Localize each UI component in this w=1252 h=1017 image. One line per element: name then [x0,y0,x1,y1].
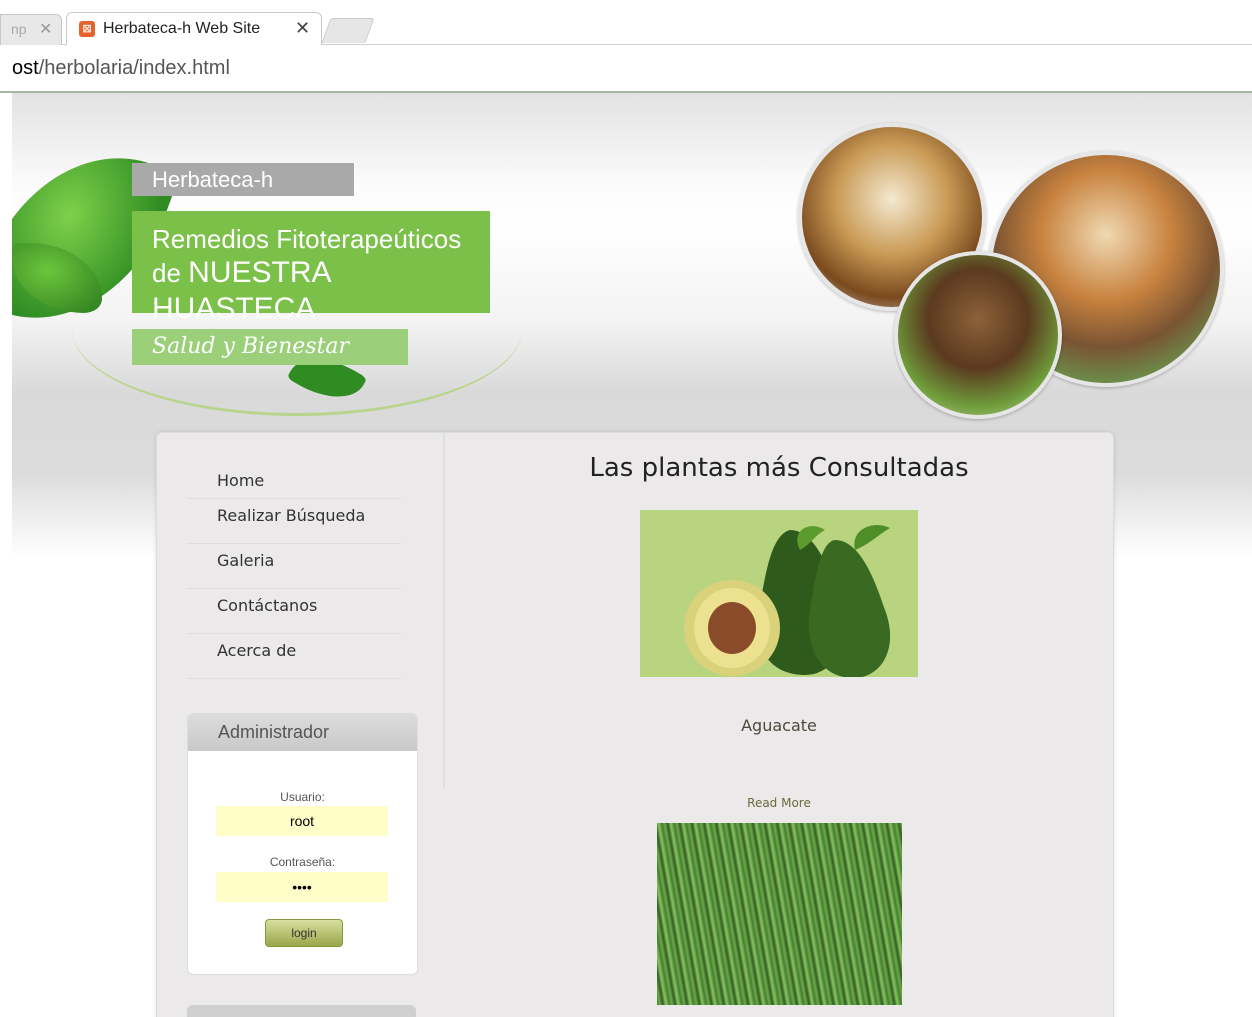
new-tab-button[interactable] [321,18,375,43]
url-text[interactable]: ost/herbolaria/index.html [12,57,230,80]
nav-item-home[interactable]: Home [187,463,401,499]
admin-panel-title: Administrador [188,714,417,751]
plant-name[interactable]: Aguacate [445,716,1113,735]
login-button[interactable]: login [265,919,343,947]
close-icon[interactable]: ✕ [295,18,310,39]
username-label: Usuario: [280,790,325,804]
site-brand: Herbateca-h [132,163,354,196]
close-icon[interactable]: ✕ [39,19,52,38]
site-tagline: Remedios Fitoterapeúticos de NUESTRA HUA… [132,211,490,325]
avocado-image[interactable] [640,510,918,677]
sidebar-panel [187,1005,416,1017]
browser-tabbar: np ✕ ⊠ Herbateca-h Web Site ✕ [0,0,1252,46]
content-container: Home Realizar Búsqueda Galeria Contáctan… [156,432,1114,1017]
url-path: /herbolaria/index.html [38,57,230,79]
xampp-icon: ⊠ [79,21,95,37]
nav-item-search[interactable]: Realizar Búsqueda [187,499,401,544]
tab-title: Herbateca-h Web Site [103,20,261,37]
horsetail-image[interactable] [657,823,902,1005]
herbal-flowers-image [894,251,1062,419]
password-field[interactable]: •••• [216,872,388,902]
browser-tab-active[interactable]: ⊠ Herbateca-h Web Site ✕ [66,12,322,46]
page-title: Las plantas más Consultadas [589,453,969,483]
address-bar[interactable]: ost/herbolaria/index.html [0,45,1252,93]
main-nav: Home Realizar Búsqueda Galeria Contáctan… [187,463,401,679]
avocado-illustration [640,510,918,677]
nav-item-contact[interactable]: Contáctanos [187,589,401,634]
password-label: Contraseña: [269,855,336,869]
tagline-line2: de NUESTRA HUASTECA [152,255,490,327]
site-slogan: Salud y Bienestar [132,329,408,365]
tagline-line1: Remedios Fitoterapeúticos [152,224,462,254]
browser-tab-previous[interactable]: np ✕ [0,14,62,45]
username-field[interactable]: root [216,806,388,836]
tagline-prefix: de [152,258,181,288]
nav-item-about[interactable]: Acerca de [187,634,401,679]
tab-label: np [11,21,27,37]
admin-login-panel: Administrador Usuario: root Contraseña: … [187,713,418,975]
url-host: ost [12,57,39,79]
web-page: Herbateca-h Remedios Fitoterapeúticos de… [12,93,1252,1017]
nav-item-gallery[interactable]: Galeria [187,544,401,589]
read-more-link[interactable]: Read More [445,796,1113,810]
